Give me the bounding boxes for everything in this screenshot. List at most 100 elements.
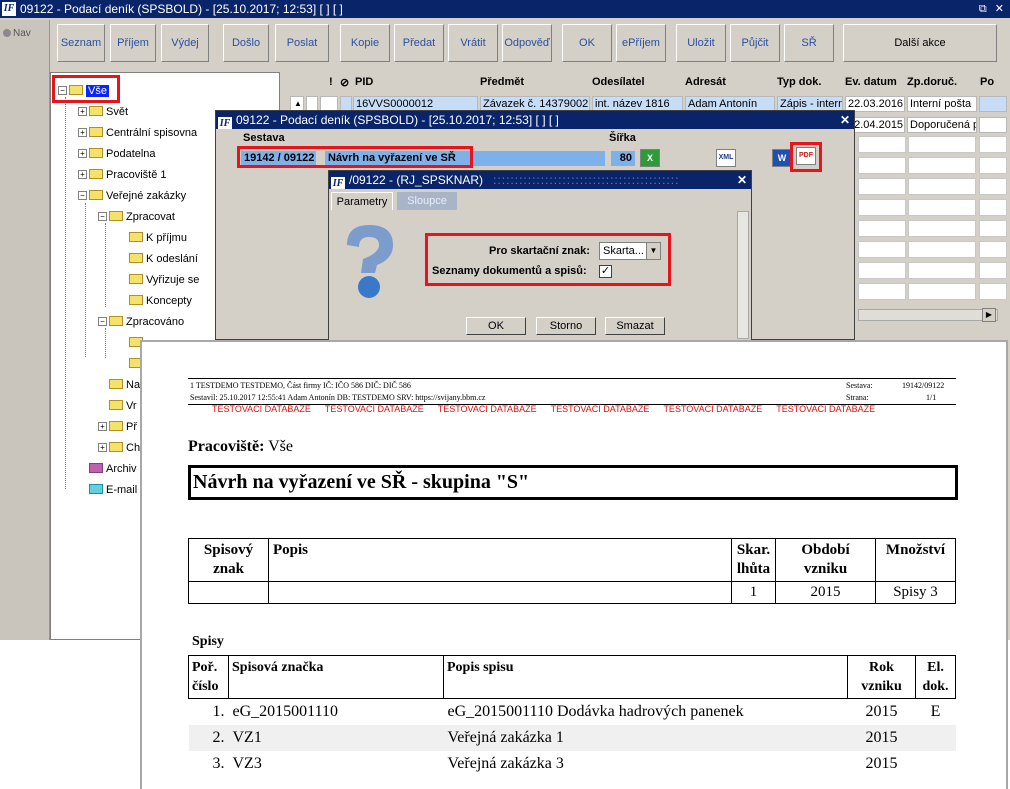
tree-item-pr[interactable]: + Př — [98, 420, 137, 434]
sirka-field[interactable]: 80 — [611, 151, 635, 166]
collapse-icon[interactable]: − — [98, 212, 107, 221]
nav-icon — [3, 29, 11, 37]
tree-item-zpracovat[interactable]: − Zpracovat — [98, 210, 175, 224]
close-icon[interactable]: ✕ — [995, 3, 1004, 15]
folder-icon — [109, 379, 123, 389]
table-cell: eG_2015001110 — [232, 703, 338, 720]
tree-label: K příjmu — [146, 232, 187, 244]
expand-icon[interactable]: + — [78, 149, 87, 158]
toolbar-button-eprijem[interactable]: ePříjem — [616, 24, 666, 62]
toolbar-button-seznam[interactable]: Seznam — [57, 24, 105, 62]
close-icon[interactable]: ✕ — [840, 111, 850, 129]
expand-icon[interactable]: + — [78, 107, 87, 116]
tree-item-k-odeslani[interactable]: K odeslání — [129, 252, 198, 266]
grid-cell — [979, 117, 1007, 133]
tree-item-centralni-spisovna[interactable]: + Centrální spisovna — [78, 126, 197, 140]
col-header-odesilatel[interactable]: Odesílatel — [592, 76, 645, 92]
toolbar-button-ok[interactable]: OK — [562, 24, 612, 62]
grid-cell-zp-doruc[interactable]: Interní pošta — [907, 96, 977, 112]
grid-cell-zp-doruc[interactable]: Doporučená p — [907, 117, 977, 133]
toolbar-button-poslat[interactable]: Poslat — [275, 24, 329, 62]
folder-icon — [109, 421, 123, 431]
toolbar-button-predat[interactable]: Předat — [394, 24, 444, 62]
toolbar-button-ulozit[interactable]: Uložit — [676, 24, 726, 62]
smazat-button[interactable]: Smazat — [605, 317, 665, 335]
tree-item-vr[interactable]: Vr — [109, 399, 137, 413]
tree-label: Podatelna — [106, 148, 156, 160]
close-icon[interactable]: ✕ — [737, 171, 747, 189]
table-cell: 2015 — [865, 755, 898, 772]
expand-icon[interactable]: + — [98, 443, 107, 452]
tree-item-k-prijmu[interactable]: K příjmu — [129, 231, 187, 245]
grid-cell — [908, 241, 976, 258]
col-header-adresat[interactable]: Adresát — [685, 76, 726, 92]
col-header-ev-datum[interactable]: Ev. datum — [845, 76, 897, 92]
col-header-predmet[interactable]: Předmět — [480, 76, 524, 92]
toolbar-button-kopie[interactable]: Kopie — [340, 24, 390, 62]
col-header-priority[interactable]: ! — [329, 76, 333, 92]
storno-button[interactable]: Storno — [536, 317, 596, 335]
col-header-skar-lhuta: Skar. lhůta — [731, 538, 776, 582]
tree-item-koncepty[interactable]: Koncepty — [129, 294, 192, 308]
toolbar-button-sr[interactable]: SŘ — [784, 24, 834, 62]
tree-item-svet[interactable]: + Svět — [78, 105, 128, 119]
tree-item-verejne-zakazky[interactable]: − Veřejné zakázky — [78, 189, 186, 203]
grid-cell — [979, 96, 1007, 112]
restore-icon[interactable]: ⧉ — [979, 3, 987, 15]
highlight-root — [52, 75, 120, 103]
tree-item-na[interactable]: Na — [109, 378, 140, 392]
nav-toggle[interactable]: Nav — [3, 28, 31, 39]
excel-export-icon[interactable]: X — [640, 149, 660, 167]
col-header-typ-dok[interactable]: Typ dok. — [777, 76, 821, 92]
ok-button[interactable]: OK — [466, 317, 526, 335]
tree-item-pracoviste-1[interactable]: + Pracoviště 1 — [78, 168, 167, 182]
expand-icon[interactable]: + — [78, 170, 87, 179]
report-title: Návrh na vyřazení ve SŘ - skupina "S" — [188, 465, 958, 500]
grid-cell — [908, 136, 976, 153]
grid-cell — [979, 157, 1007, 174]
toolbar-button-doslo[interactable]: Došlo — [223, 24, 269, 62]
sirka-label: Šířka — [609, 132, 636, 144]
tree-item-podatelna[interactable]: + Podatelna — [78, 147, 156, 161]
tree-line — [65, 97, 66, 489]
toolbar-button-odpoved[interactable]: Odpověď — [502, 24, 552, 62]
expand-icon[interactable]: + — [98, 422, 107, 431]
tree-item-vyrizuje-se[interactable]: Vyřizuje se — [129, 273, 199, 287]
report-header: 1 TESTDEMO TESTDEMO, Část firmy IČ: IČO … — [188, 378, 956, 405]
tab-sloupce[interactable]: Sloupce — [397, 192, 457, 210]
toolbar-button-dalsi-akce[interactable]: Další akce — [843, 24, 997, 62]
col-header-zp-doruc[interactable]: Zp.doruč. — [907, 76, 957, 92]
nav-label: Nav — [13, 28, 31, 39]
toolbar-button-vratit[interactable]: Vrátit — [448, 24, 498, 62]
tree-item-email[interactable]: E-mail — [89, 483, 137, 497]
report-preview: 1 TESTDEMO TESTDEMO, Část firmy IČ: IČO … — [140, 340, 1008, 789]
col-header-pid[interactable]: PID — [355, 76, 373, 92]
tree-label: Zpracováno — [126, 316, 185, 328]
collapse-icon[interactable]: − — [78, 191, 87, 200]
col-header-popis: Popis — [268, 538, 732, 582]
tree-item-archiv[interactable]: Archiv — [89, 462, 137, 476]
scroll-right-icon[interactable]: ▶ — [982, 308, 996, 322]
collapse-icon[interactable]: − — [98, 317, 107, 326]
col-header-po[interactable]: Po — [980, 76, 994, 92]
vertical-scrollbar[interactable] — [737, 211, 749, 339]
word-export-icon[interactable]: W — [772, 149, 792, 167]
grid-cell — [858, 136, 906, 153]
tree-item-zpracovano[interactable]: − Zpracováno — [98, 315, 184, 329]
horizontal-scrollbar[interactable] — [858, 309, 998, 321]
tree-label: Koncepty — [146, 295, 192, 307]
toolbar-button-vydej[interactable]: Výdej — [161, 24, 209, 62]
table-row: 3. VZ3 Veřejná zakázka 3 2015 — [189, 751, 956, 777]
tab-parametry[interactable]: Parametry — [331, 192, 393, 210]
col-header-el-dok: El. dok. — [915, 655, 956, 699]
tree-label: K odeslání — [146, 253, 198, 265]
expand-icon[interactable]: + — [78, 128, 87, 137]
tree-label: Pracoviště 1 — [106, 169, 167, 181]
xml-export-icon[interactable]: XML — [716, 149, 736, 167]
rj-dialog-title: /09122 - (RJ_SPSKNAR) — [349, 173, 484, 187]
toolbar-button-pujcit[interactable]: Půjčit — [730, 24, 780, 62]
toolbar-button-prijem[interactable]: Příjem — [110, 24, 156, 62]
table-cell: Spisy 3 — [875, 581, 956, 604]
tree-item-ch[interactable]: + Ch — [98, 441, 140, 455]
report-header-author: Sestavil: 25.10.2017 12:55:41 Adam Anton… — [190, 393, 486, 402]
